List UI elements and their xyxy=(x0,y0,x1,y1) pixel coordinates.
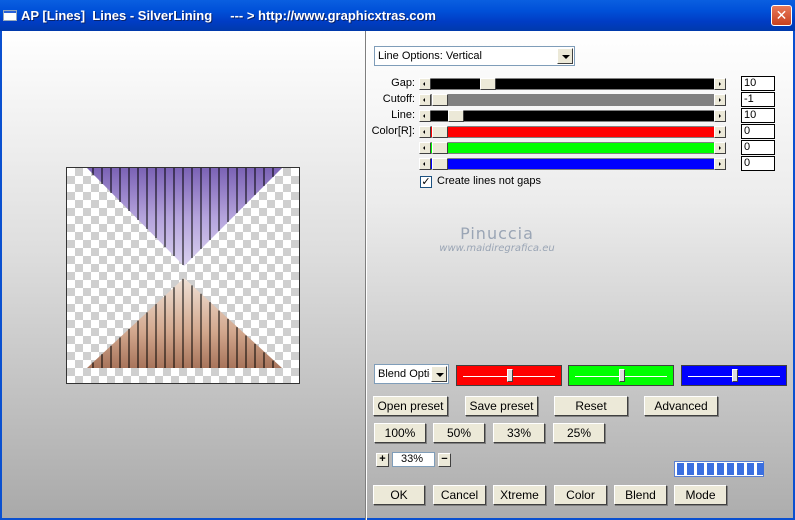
slider-value-field[interactable]: 0 xyxy=(741,124,775,139)
line-options-value: Line Options: Vertical xyxy=(378,50,482,62)
app-window-icon xyxy=(3,10,17,21)
slider-label: Line: xyxy=(391,109,415,121)
slider-track[interactable] xyxy=(419,158,726,170)
watermark: Pinuccia www.maidiregrafica.eu xyxy=(437,224,557,254)
zoom-25-button[interactable]: 25% xyxy=(553,423,605,443)
progress-segment xyxy=(737,463,744,475)
controls-pane: Line Options: Vertical Gap: 10 Cutoff: -1 Li… xyxy=(367,31,795,520)
reset-button[interactable]: Reset xyxy=(554,396,628,416)
close-button[interactable]: ✕ xyxy=(771,5,792,26)
progress-indicator xyxy=(674,461,764,477)
slider-value-field[interactable]: 0 xyxy=(741,156,775,171)
line-options-dropdown[interactable]: Line Options: Vertical xyxy=(374,46,575,66)
open-preset-button[interactable]: Open preset xyxy=(373,396,448,416)
zoom-out-button[interactable]: − xyxy=(438,453,451,467)
progress-segment xyxy=(757,463,764,475)
slider-thumb[interactable] xyxy=(480,78,496,90)
create-lines-checkbox[interactable]: ✓ xyxy=(420,176,432,188)
preview-image[interactable] xyxy=(66,167,300,384)
watermark-name: Pinuccia xyxy=(460,224,534,243)
slider-knob[interactable] xyxy=(619,369,625,382)
slider-value-field[interactable]: 10 xyxy=(741,108,775,123)
chevron-down-icon[interactable] xyxy=(557,48,573,64)
slider-track[interactable] xyxy=(419,142,726,154)
title-bar: AP [Lines] Lines - SilverLining --- > ht… xyxy=(0,0,795,31)
blend-options-dropdown[interactable]: Blend Optio xyxy=(374,364,449,384)
slider-knob[interactable] xyxy=(732,369,738,382)
slider-label: Cutoff: xyxy=(382,93,415,105)
slider-thumb[interactable] xyxy=(448,110,464,122)
slider-label: Gap: xyxy=(391,77,415,89)
scroll-left-icon[interactable] xyxy=(419,94,431,106)
slider-label: Color[R]: xyxy=(371,125,415,137)
ok-button[interactable]: OK xyxy=(373,485,425,505)
scroll-right-icon[interactable] xyxy=(714,110,726,122)
slider-track[interactable] xyxy=(419,94,726,106)
advanced-button[interactable]: Advanced xyxy=(644,396,718,416)
scroll-right-icon[interactable] xyxy=(714,126,726,138)
preview-pane xyxy=(0,31,365,520)
cancel-button[interactable]: Cancel xyxy=(433,485,486,505)
scroll-right-icon[interactable] xyxy=(714,94,726,106)
green-blend-slider[interactable] xyxy=(568,365,674,386)
preview-artwork xyxy=(87,168,282,368)
save-preset-button[interactable]: Save preset xyxy=(465,396,538,416)
progress-segment xyxy=(687,463,694,475)
bottom-triangle xyxy=(87,278,282,368)
scroll-left-icon[interactable] xyxy=(419,126,431,138)
blue-blend-slider[interactable] xyxy=(681,365,787,386)
scroll-left-icon[interactable] xyxy=(419,158,431,170)
create-lines-label: Create lines not gaps xyxy=(437,175,541,187)
slider-track[interactable] xyxy=(419,110,726,122)
zoom-50-button[interactable]: 50% xyxy=(433,423,485,443)
progress-segment xyxy=(697,463,704,475)
slider-thumb[interactable] xyxy=(432,94,448,106)
zoom-value-field[interactable]: 33% xyxy=(392,452,435,467)
xtreme-button[interactable]: Xtreme xyxy=(493,485,546,505)
slider-knob[interactable] xyxy=(507,369,513,382)
red-blend-slider[interactable] xyxy=(456,365,562,386)
zoom-100-button[interactable]: 100% xyxy=(374,423,426,443)
zoom-33-button[interactable]: 33% xyxy=(493,423,545,443)
slider-thumb[interactable] xyxy=(432,126,448,138)
scroll-right-icon[interactable] xyxy=(714,142,726,154)
scroll-left-icon[interactable] xyxy=(419,78,431,90)
slider-thumb[interactable] xyxy=(432,142,448,154)
slider-track[interactable] xyxy=(419,78,726,90)
progress-segment xyxy=(747,463,754,475)
blend-button[interactable]: Blend xyxy=(614,485,667,505)
scroll-right-icon[interactable] xyxy=(714,78,726,90)
progress-segment xyxy=(717,463,724,475)
slider-value-field[interactable]: -1 xyxy=(741,92,775,107)
progress-segment xyxy=(727,463,734,475)
zoom-in-button[interactable]: + xyxy=(376,453,389,467)
slider-value-field[interactable]: 10 xyxy=(741,76,775,91)
mode-button[interactable]: Mode xyxy=(674,485,727,505)
color-button[interactable]: Color xyxy=(554,485,607,505)
slider-track[interactable] xyxy=(419,126,726,138)
slider-value-field[interactable]: 0 xyxy=(741,140,775,155)
blend-options-value: Blend Optio xyxy=(378,368,430,380)
chevron-down-icon[interactable] xyxy=(431,366,447,382)
scroll-left-icon[interactable] xyxy=(419,142,431,154)
progress-segment xyxy=(677,463,684,475)
window-title: AP [Lines] Lines - SilverLining --- > ht… xyxy=(21,8,436,23)
top-triangle xyxy=(87,168,282,266)
scroll-right-icon[interactable] xyxy=(714,158,726,170)
progress-segment xyxy=(707,463,714,475)
watermark-url: www.maidiregrafica.eu xyxy=(439,243,555,254)
slider-thumb[interactable] xyxy=(432,158,448,170)
scroll-left-icon[interactable] xyxy=(419,110,431,122)
